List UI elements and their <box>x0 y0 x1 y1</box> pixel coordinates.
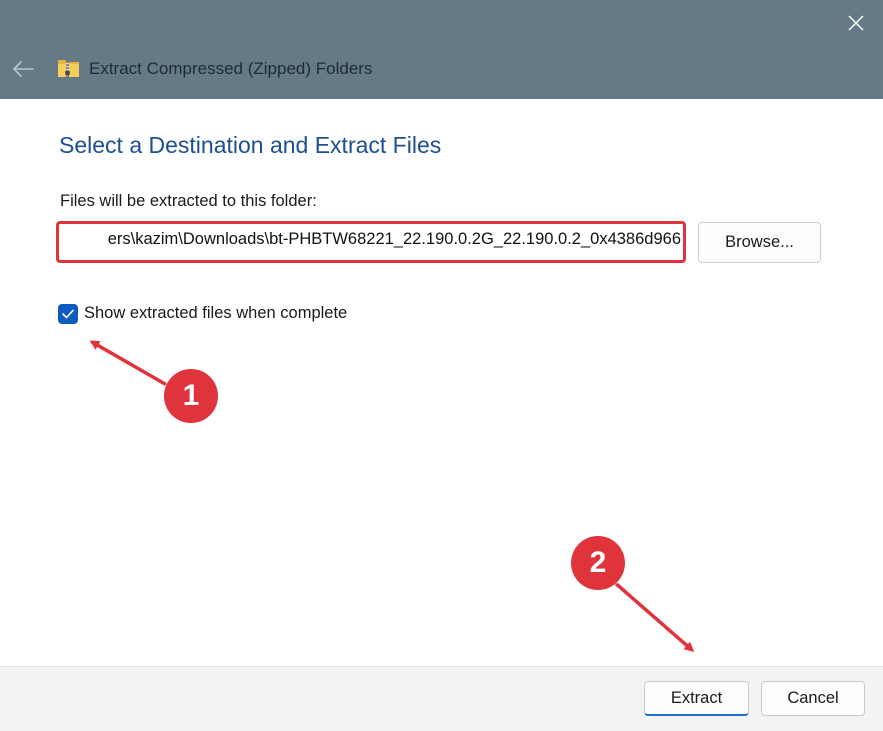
title-bar <box>0 0 883 99</box>
browse-button[interactable]: Browse... <box>698 222 821 263</box>
annotation-badge-1: 1 <box>164 369 218 423</box>
annotation-badge-2: 2 <box>571 536 625 590</box>
dialog-body <box>0 99 883 666</box>
show-files-checkbox[interactable] <box>58 304 78 324</box>
back-button[interactable] <box>6 52 40 86</box>
checkmark-icon <box>62 309 74 319</box>
dialog-footer <box>0 666 883 731</box>
back-arrow-icon <box>13 61 34 77</box>
destination-label: Files will be extracted to this folder: <box>60 192 317 210</box>
zipped-folder-icon <box>58 60 79 77</box>
close-button[interactable] <box>836 4 876 42</box>
window-title: Extract Compressed (Zipped) Folders <box>89 59 373 78</box>
cancel-button[interactable]: Cancel <box>761 681 865 716</box>
extract-button[interactable]: Extract <box>644 681 749 716</box>
show-files-checkbox-label[interactable]: Show extracted files when complete <box>84 304 347 323</box>
close-icon <box>848 15 864 31</box>
destination-path-input[interactable]: ers\kazim\Downloads\bt-PHBTW68221_22.190… <box>56 221 686 263</box>
dialog-heading: Select a Destination and Extract Files <box>59 132 442 158</box>
destination-path-value: ers\kazim\Downloads\bt-PHBTW68221_22.190… <box>107 230 681 248</box>
